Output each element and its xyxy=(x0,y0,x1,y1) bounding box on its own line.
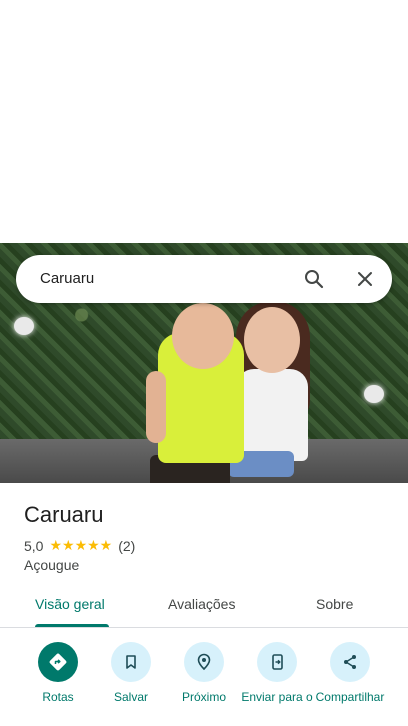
star-rating-icon: ★★★★★ xyxy=(49,537,113,553)
photo-boy-head xyxy=(172,303,234,369)
search-bar[interactable]: Caruaru xyxy=(16,255,392,303)
tab-about[interactable]: Sobre xyxy=(316,596,353,612)
nearby-icon xyxy=(184,642,224,682)
share-label: Compartilhar xyxy=(315,690,385,704)
send-to-phone-label: Enviar para o xyxy=(241,690,313,704)
save-label: Salvar xyxy=(113,690,148,704)
directions-label: Rotas xyxy=(42,690,74,704)
review-count: (2) xyxy=(118,537,136,554)
place-title: Caruaru xyxy=(24,502,104,527)
rating-value: 5,0 xyxy=(24,537,44,554)
nearby-label: Próximo xyxy=(181,690,226,704)
directions-button[interactable]: Rotas xyxy=(18,642,98,704)
photo-boy-arm xyxy=(146,371,166,443)
save-button[interactable]: Salvar xyxy=(91,642,171,704)
bookmark-icon xyxy=(111,642,151,682)
send-to-phone-icon xyxy=(257,642,297,682)
close-icon[interactable] xyxy=(353,267,377,291)
tab-reviews[interactable]: Avaliações xyxy=(168,596,235,612)
photo-girl-head xyxy=(244,307,300,373)
share-button[interactable]: Compartilhar xyxy=(310,642,390,704)
nearby-button[interactable]: Próximo xyxy=(164,642,244,704)
tab-overview[interactable]: Visão geral xyxy=(35,596,105,612)
place-tabs: Visão geral Avaliações Sobre xyxy=(0,585,408,628)
photo-lamp-right xyxy=(364,385,384,403)
rating-row[interactable]: 5,0 ★★★★★ (2) xyxy=(24,537,135,554)
send-to-phone-button[interactable]: Enviar para o xyxy=(237,642,317,704)
photo-lamp-left xyxy=(14,317,34,335)
place-category: Açougue xyxy=(24,557,80,573)
share-icon xyxy=(330,642,370,682)
map-area xyxy=(0,0,408,243)
search-icon[interactable] xyxy=(302,267,326,291)
photo-girl-body xyxy=(236,369,308,461)
directions-icon xyxy=(38,642,78,682)
search-input[interactable]: Caruaru xyxy=(40,270,94,287)
active-tab-indicator xyxy=(35,624,109,627)
